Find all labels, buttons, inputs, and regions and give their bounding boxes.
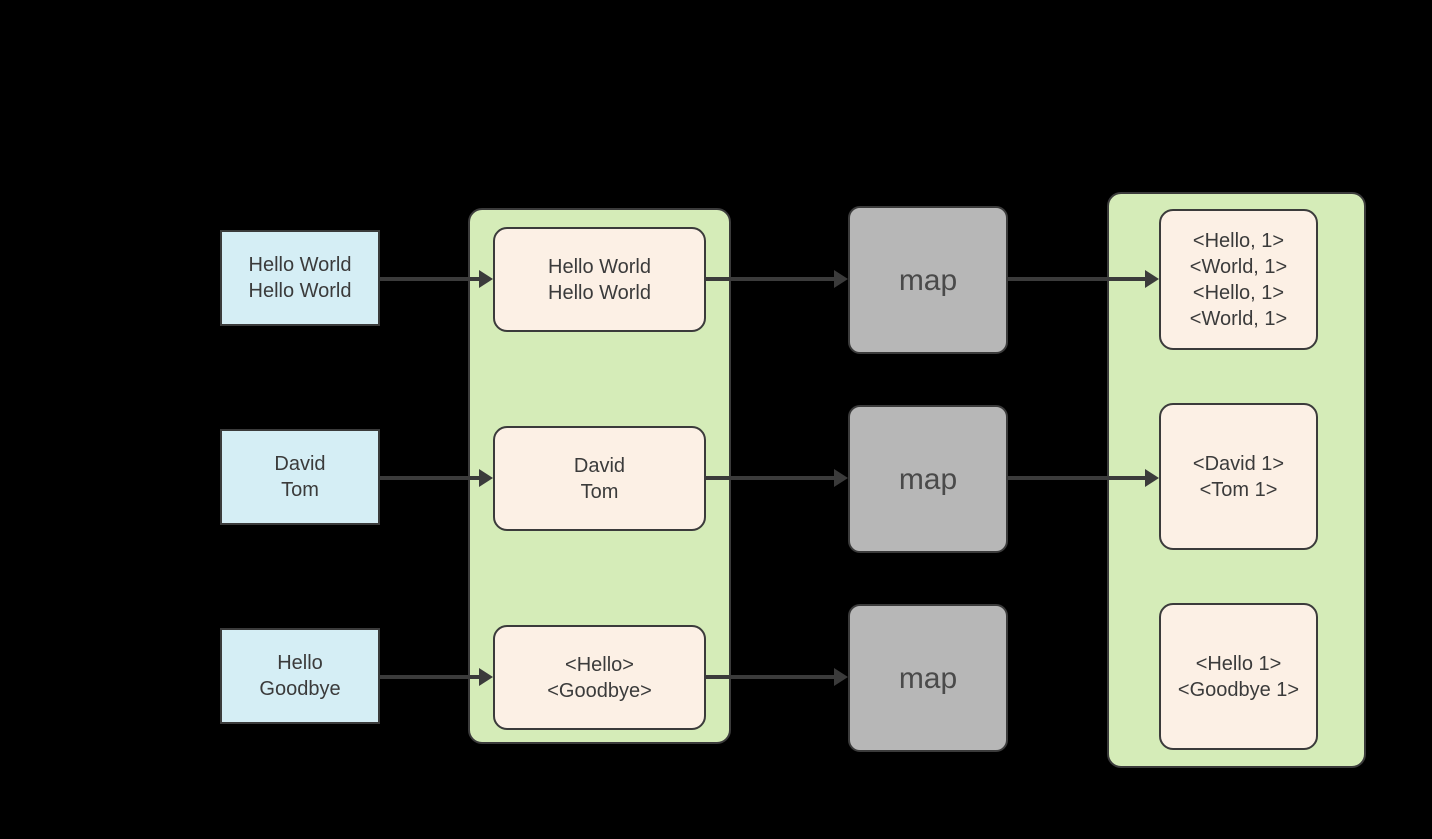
split-record-2[interactable]: David Tom (493, 426, 706, 531)
input-split-3[interactable]: Hello Goodbye (220, 628, 380, 724)
input-split-2[interactable]: David Tom (220, 429, 380, 525)
map-output-1[interactable]: <Hello, 1> <World, 1> <Hello, 1> <World,… (1159, 209, 1318, 350)
split-record-3[interactable]: <Hello> <Goodbye> (493, 625, 706, 730)
arrow-shaft (380, 277, 479, 281)
map-output-3[interactable]: <Hello 1> <Goodbye 1> (1159, 603, 1318, 750)
arrow-head (834, 668, 848, 686)
map-output-1-line-2: <World, 1> (1189, 255, 1288, 278)
map-task-1-label: map (898, 263, 958, 297)
map-output-2-line-1: <David 1> (1192, 452, 1285, 475)
map-output-1-line-1: <Hello, 1> (1192, 229, 1285, 252)
split-record-2-line-2: Tom (580, 480, 619, 503)
input-split-1[interactable]: Hello World Hello World (220, 230, 380, 326)
split-record-3-line-1: <Hello> (565, 653, 634, 676)
map-output-1-line-3: <Hello, 1> (1192, 281, 1285, 304)
map-output-1-line-4: <World, 1> (1189, 307, 1288, 330)
map-output-3-line-2: <Goodbye 1> (1177, 678, 1300, 701)
arrow-shaft (380, 675, 479, 679)
split-record-1-line-2: Hello World (548, 281, 651, 304)
arrow-head (834, 270, 848, 288)
input-split-3-line-2: Goodbye (259, 678, 341, 700)
map-output-2-line-2: <Tom 1> (1199, 478, 1278, 501)
input-split-3-line-1: Hello (277, 652, 323, 674)
map-task-1[interactable]: map (848, 206, 1008, 354)
map-task-3-label: map (898, 661, 958, 695)
map-output-3-line-1: <Hello 1> (1195, 652, 1282, 675)
diagram-canvas: Hello World Hello World David Tom Hello … (0, 0, 1432, 839)
split-record-1-line-1: Hello World (548, 255, 651, 278)
map-task-2-label: map (898, 462, 958, 496)
input-split-1-line-2: Hello World (248, 280, 352, 302)
split-record-1[interactable]: Hello World Hello World (493, 227, 706, 332)
arrow-head (834, 469, 848, 487)
arrow-shaft (380, 476, 479, 480)
map-output-2[interactable]: <David 1> <Tom 1> (1159, 403, 1318, 550)
map-task-3[interactable]: map (848, 604, 1008, 752)
input-split-2-line-1: David (274, 453, 326, 475)
split-record-2-line-1: David (573, 454, 626, 477)
input-split-2-line-2: Tom (281, 479, 319, 501)
split-record-3-line-2: <Goodbye> (547, 679, 652, 702)
map-task-2[interactable]: map (848, 405, 1008, 553)
input-split-1-line-1: Hello World (248, 254, 352, 276)
